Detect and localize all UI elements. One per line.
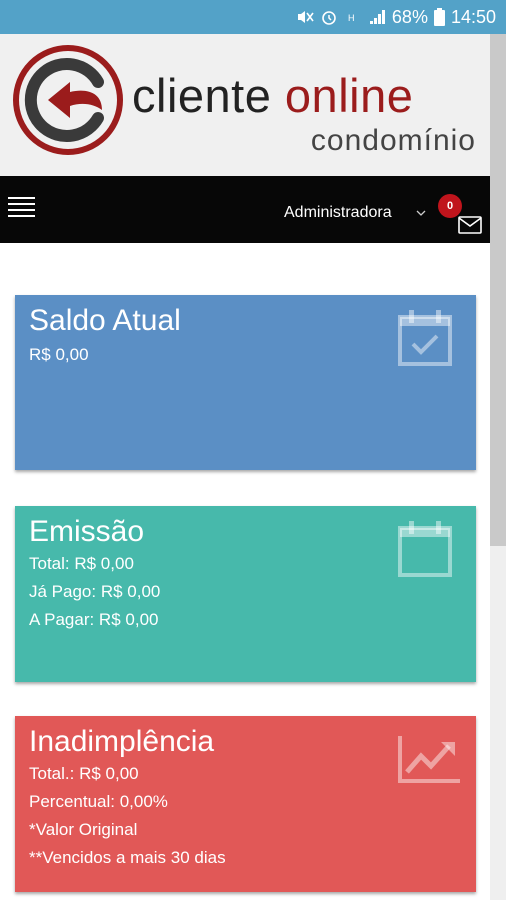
card-title: Saldo Atual (29, 304, 181, 337)
inadimplencia-note-2: **Vencidos a mais 30 dias (29, 848, 226, 867)
emissao-ja-pago: Já Pago: R$ 0,00 (29, 582, 161, 601)
battery-icon (433, 8, 445, 26)
alarm-icon (322, 11, 336, 25)
hamburger-icon[interactable] (8, 197, 35, 217)
line-chart-icon (398, 736, 460, 783)
signal-icon (369, 10, 385, 24)
emissao-total: Total: R$ 0,00 (29, 554, 134, 573)
card-title: Inadimplência (29, 725, 215, 758)
svg-text:H: H (348, 13, 355, 23)
battery-percent: 68% (391, 6, 428, 27)
calendar-check-icon (398, 310, 452, 366)
chevron-down-icon[interactable] (416, 208, 426, 218)
calendar-icon (398, 521, 452, 577)
logo-word-cliente: cliente (132, 69, 272, 122)
logo-icon (13, 45, 123, 155)
status-bar: H 68% 14:50 (0, 0, 506, 34)
inadimplencia-card[interactable]: Inadimplência Total.: R$ 0,00 Percentual… (15, 716, 476, 892)
saldo-value: R$ 0,00 (29, 345, 89, 364)
app-header: cliente online condomínio (0, 34, 490, 176)
hspa-icon: H (348, 13, 355, 23)
inadimplencia-percentual: Percentual: 0,00% (29, 792, 168, 811)
notification-badge[interactable]: 0 (438, 194, 462, 218)
emissao-a-pagar: A Pagar: R$ 0,00 (29, 610, 159, 629)
scrollbar-thumb[interactable] (490, 34, 506, 546)
mute-icon (297, 11, 314, 23)
navbar: Administradora 0 (0, 176, 490, 243)
inadimplencia-total: Total.: R$ 0,00 (29, 764, 139, 783)
logo-subtitle: condomínio (310, 124, 476, 157)
logo-title: cliente online (132, 72, 413, 119)
envelope-icon[interactable] (458, 216, 482, 234)
logo-word-online: online (284, 69, 414, 122)
clock: 14:50 (450, 6, 496, 27)
user-menu[interactable]: Administradora (284, 204, 392, 222)
emissao-card[interactable]: Emissão Total: R$ 0,00 Já Pago: R$ 0,00 … (15, 506, 476, 682)
inadimplencia-note-1: *Valor Original (29, 820, 138, 839)
saldo-atual-card[interactable]: Saldo Atual R$ 0,00 (15, 295, 476, 470)
card-title: Emissão (29, 515, 145, 548)
